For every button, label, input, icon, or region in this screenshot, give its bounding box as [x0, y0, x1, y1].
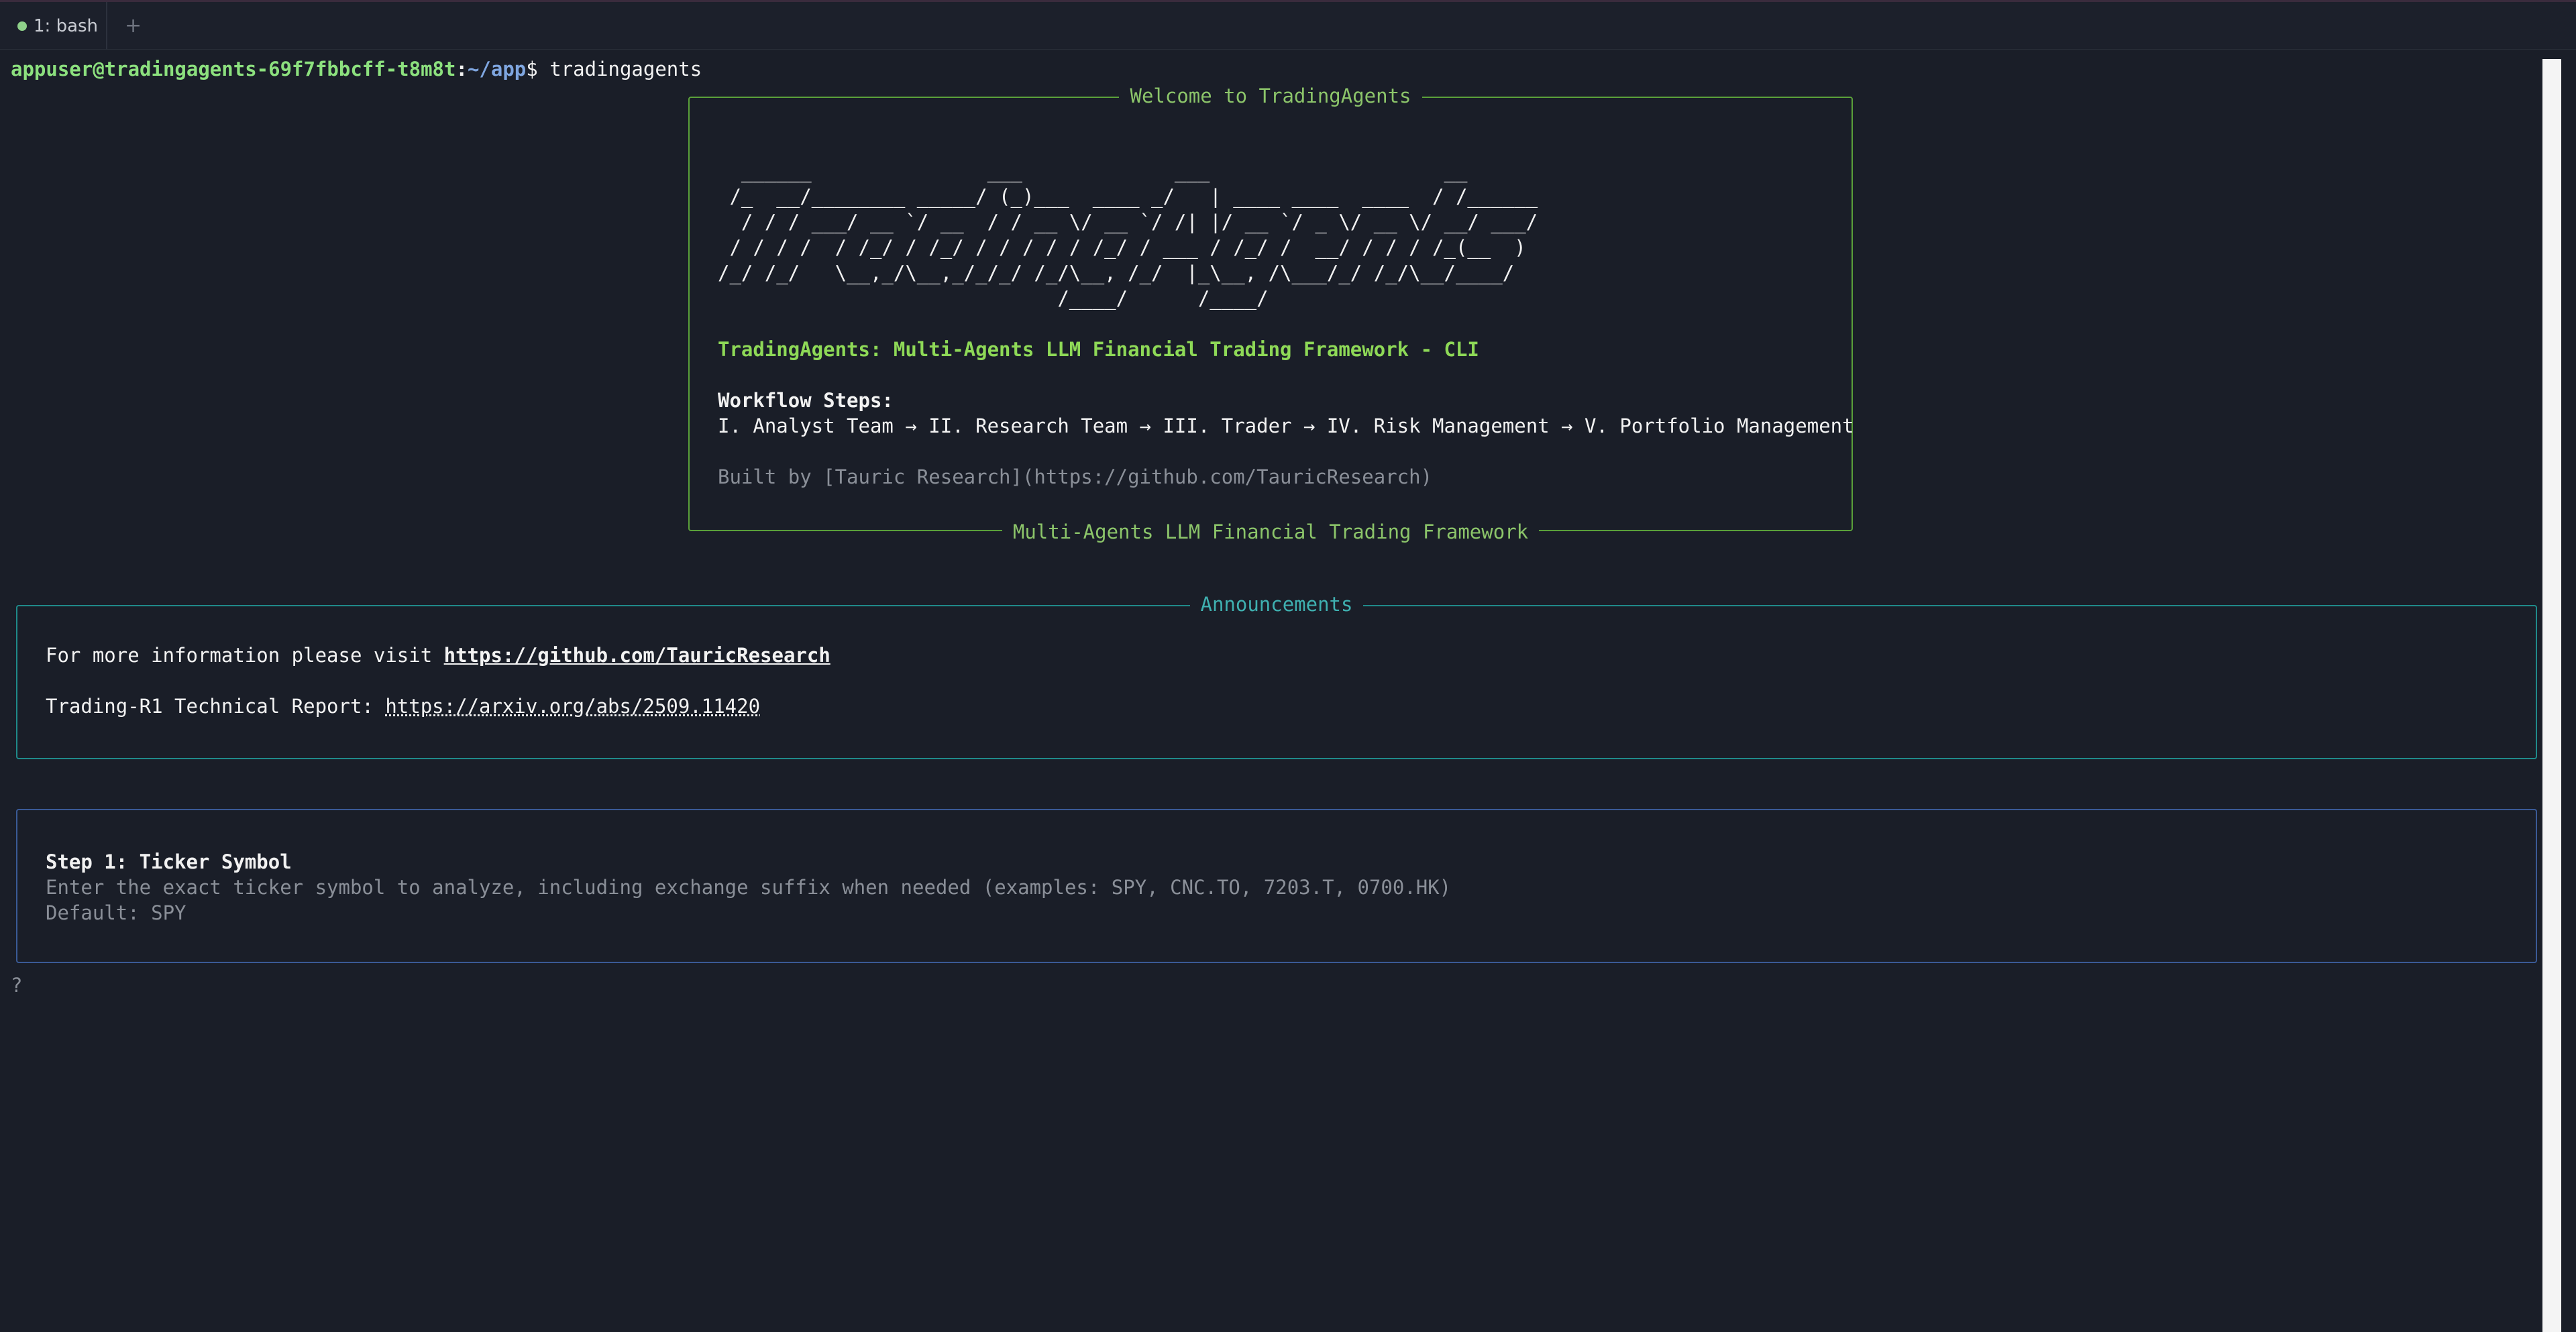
input-prompt[interactable]: ?	[11, 973, 22, 998]
prompt-user-host: appuser@tradingagents-69f7fbbcff-t8m8t	[11, 58, 456, 80]
terminal-tab-bar: 1: bash +	[0, 0, 2576, 50]
tab-label: 1: bash	[34, 15, 99, 36]
prompt-dollar: $	[526, 58, 538, 80]
welcome-panel: Welcome to TradingAgents Multi-Agents LL…	[688, 85, 1854, 543]
prompt-command: tradingagents	[549, 58, 702, 80]
announcement-report-text: Trading-R1 Technical Report:	[46, 695, 386, 718]
shell-prompt-line: appuser@tradingagents-69f7fbbcff-t8m8t:~…	[11, 56, 702, 82]
app-subtitle: TradingAgents: Multi-Agents LLM Financia…	[718, 338, 1479, 361]
ascii-logo-line: / / / / / /_/ / /_/ / / / / / /_/ / ___ …	[718, 236, 1526, 259]
github-link[interactable]: https://github.com/TauricResearch	[444, 644, 830, 667]
ascii-logo-line: /_/ /_/ \__,_/\__,_/_/_/ /_/\__, /_/ |_\…	[718, 262, 1515, 284]
announcements-panel-title: Announcements	[17, 592, 2536, 617]
ascii-logo-line: /____/ /____/	[718, 287, 1269, 310]
welcome-panel-footer: Multi-Agents LLM Financial Trading Frame…	[690, 519, 1851, 545]
ascii-logo-line: /_ __/________ _____/ (_)___ ____ _/ | _…	[718, 185, 1538, 208]
prompt-separator: :	[455, 58, 468, 80]
ascii-logo-line: / / / ___/ __ `/ __ / / __ \/ __ `/ /| |…	[718, 211, 1538, 233]
announcements-panel: Announcements For more information pleas…	[16, 593, 2537, 759]
new-tab-button[interactable]: +	[125, 2, 145, 50]
announcement-report-line: Trading-R1 Technical Report: https://arx…	[46, 693, 760, 719]
step-heading: Step 1: Ticker Symbol	[46, 850, 292, 873]
announcement-info-text: For more information please visit	[46, 644, 444, 667]
step-panel: Step 1: Ticker Symbol Enter the exact ti…	[16, 809, 2537, 963]
activity-dot-icon	[17, 21, 27, 31]
announcement-info-line: For more information please visit https:…	[46, 643, 830, 668]
workflow-heading: Workflow Steps:	[718, 389, 894, 412]
scrollbar[interactable]	[2542, 59, 2561, 1332]
prompt-path: ~/app	[467, 58, 527, 80]
ascii-logo-line: ______ ___ ___ __	[718, 160, 1468, 182]
step-default: Default: SPY	[46, 901, 186, 924]
step-description: Enter the exact ticker symbol to analyze…	[46, 876, 1452, 899]
terminal-output[interactable]: appuser@tradingagents-69f7fbbcff-t8m8t:~…	[0, 50, 2542, 1332]
built-by-credit: Built by [Tauric Research](https://githu…	[718, 465, 1433, 488]
tab-bash[interactable]: 1: bash	[0, 2, 107, 50]
arxiv-link[interactable]: https://arxiv.org/abs/2509.11420	[385, 695, 760, 718]
workflow-steps: I. Analyst Team → II. Research Team → II…	[718, 414, 1854, 437]
welcome-panel-title: Welcome to TradingAgents	[690, 83, 1851, 109]
